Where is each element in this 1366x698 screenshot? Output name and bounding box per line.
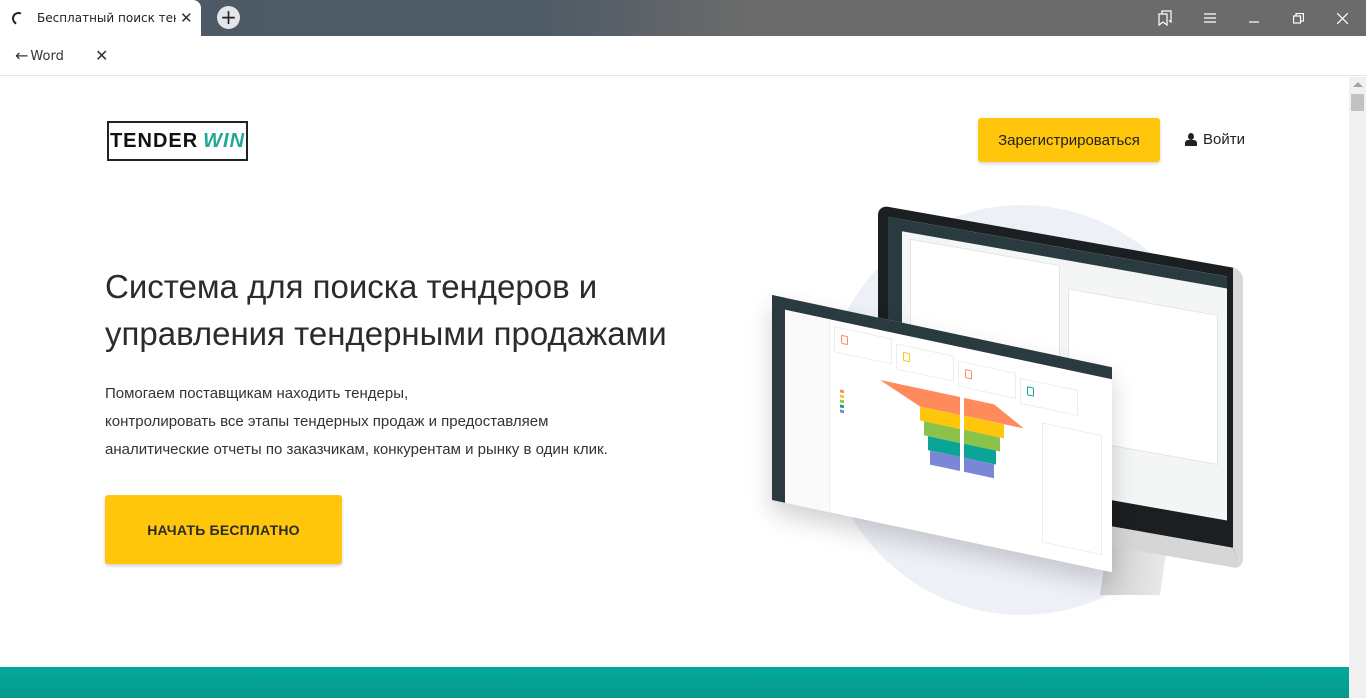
stat-card xyxy=(834,326,892,365)
menu-icon xyxy=(1204,13,1216,23)
logo-text-tender: TENDER xyxy=(109,129,199,152)
browser-titlebar: Бесплатный поиск тендеров ✕ + xyxy=(0,0,1366,36)
user-icon xyxy=(1185,132,1197,147)
stats-column xyxy=(1042,422,1102,556)
new-tab-button[interactable]: + xyxy=(217,6,240,29)
bookmarks-button[interactable] xyxy=(1143,0,1187,36)
subtext-line: аналитические отчеты по заказчикам, конк… xyxy=(105,441,608,458)
page-scrollbar[interactable] xyxy=(1349,77,1366,698)
restore-icon xyxy=(1292,12,1304,24)
subtext-line: контролировать все этапы тендерных прода… xyxy=(105,413,549,430)
headline-line-2: управления тендерными продажами xyxy=(105,315,667,352)
back-label: Word xyxy=(30,48,64,64)
bookmarks-icon xyxy=(1158,10,1172,26)
start-free-button[interactable]: НАЧАТЬ БЕСПЛАТНО xyxy=(105,495,342,564)
stat-card xyxy=(896,343,954,382)
subtext-line: Помогаем поставщикам находить тендеры, xyxy=(105,385,409,402)
close-view-button[interactable]: ✕ xyxy=(95,46,108,65)
login-link[interactable]: Войти xyxy=(1185,131,1245,148)
back-to-word-button[interactable]: ← Word xyxy=(15,48,64,64)
funnel-chart xyxy=(840,374,1010,518)
legend-swatch xyxy=(840,409,844,414)
minimize-icon xyxy=(1248,21,1259,23)
window-close-button[interactable] xyxy=(1320,0,1364,36)
hero-subtext: Помогаем поставщикам находить тендеры, к… xyxy=(105,380,665,464)
dashboard-sidebar xyxy=(772,295,785,503)
stat-card xyxy=(958,360,1016,399)
tab-close-icon[interactable]: ✕ xyxy=(180,11,193,26)
teal-section-band xyxy=(0,667,1349,698)
browser-tab-active[interactable]: Бесплатный поиск тендеров ✕ xyxy=(0,0,201,36)
scroll-up-arrow-icon[interactable] xyxy=(1353,82,1363,87)
back-arrow-icon: ← xyxy=(15,46,29,65)
stat-card xyxy=(1020,377,1078,417)
register-button[interactable]: Зарегистрироваться xyxy=(978,118,1160,162)
page-content: TENDER WIN Зарегистрироваться Войти Сист… xyxy=(0,77,1349,698)
logo[interactable]: TENDER WIN xyxy=(107,121,248,161)
headline-line-1: Система для поиска тендеров и xyxy=(105,268,598,305)
close-icon xyxy=(1336,12,1348,24)
scroll-thumb[interactable] xyxy=(1351,94,1364,111)
tab-title: Бесплатный поиск тендеров xyxy=(37,11,176,25)
legend-swatch xyxy=(840,404,844,409)
legend-swatch xyxy=(840,394,844,399)
hero-headline: Система для поиска тендеров и управления… xyxy=(105,263,745,357)
restore-button[interactable] xyxy=(1276,0,1320,36)
dashboard-menu xyxy=(785,309,830,513)
minimize-button[interactable] xyxy=(1232,0,1276,36)
browser-navbar: ← Word ✕ xyxy=(0,36,1366,76)
loading-spinner-icon xyxy=(10,9,27,27)
logo-text-win: WIN xyxy=(203,129,246,152)
hero-illustration xyxy=(760,195,1260,625)
legend-swatch xyxy=(840,399,844,404)
legend-swatch xyxy=(840,389,844,394)
login-label: Войти xyxy=(1203,131,1245,148)
menu-button[interactable] xyxy=(1188,0,1232,36)
